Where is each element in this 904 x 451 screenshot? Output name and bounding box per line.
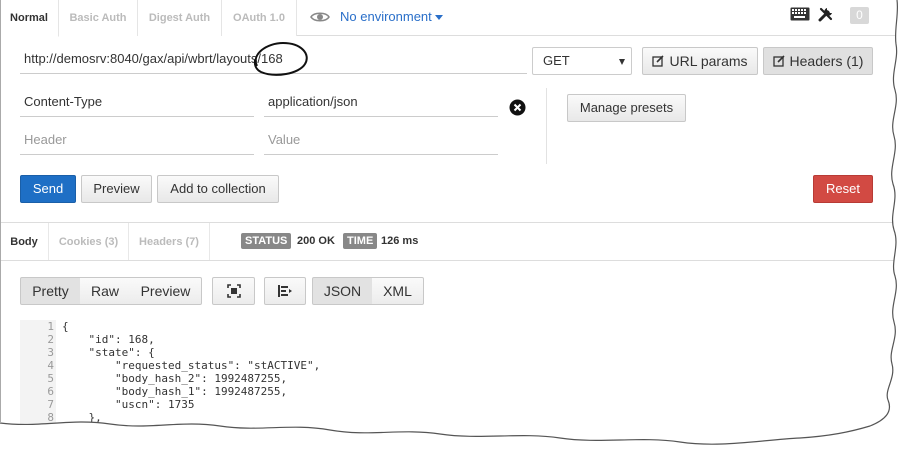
line-text: "uscn": 1735 [62,398,195,411]
send-button[interactable]: Send [20,175,76,203]
partial-link-text: " Context Services" [248,437,374,450]
edit-icon [652,55,665,67]
environment-selector[interactable]: No environment [340,9,443,24]
line-number: 7 [47,398,54,411]
line-number: 8 [47,411,54,424]
add-to-collection-button[interactable]: Add to collection [157,175,279,203]
fullscreen-icon [226,284,241,298]
format-json[interactable]: JSON [312,277,373,305]
environment-label: No environment [340,9,432,24]
method-select[interactable]: GET [532,47,632,75]
auth-tab-bar: Normal Basic Auth Digest Auth OAuth 1.0 … [0,0,898,37]
method-value: GET [543,53,570,68]
chevron-down-icon [434,15,443,21]
dropdown-arrow-icon [619,59,625,65]
view-mode-pretty[interactable]: Pretty [20,277,81,305]
tab-oauth[interactable]: OAuth 1.0 [222,0,297,36]
line-number: 3 [47,346,54,359]
tab-underline [0,260,898,261]
line-number: 4 [47,359,54,372]
keyboard-icon[interactable] [790,7,810,21]
divider [546,88,547,164]
wrap-lines-button[interactable] [264,277,306,305]
wrap-lines-icon [278,285,292,297]
tab-response-headers[interactable]: Headers (7) [129,223,210,261]
header-value-field[interactable]: application/json [264,89,498,117]
headers-label: Headers (1) [789,53,864,69]
tab-digest-auth[interactable]: Digest Auth [138,0,222,36]
tab-basic-auth[interactable]: Basic Auth [59,0,138,36]
new-header-key-field[interactable]: Header [20,127,254,155]
format-xml[interactable]: XML [372,277,424,305]
line-text: "body_hash_2": 1992487255, [62,372,288,385]
line-text: "requested_status": "stACTIVE", [62,359,321,372]
notification-count-badge[interactable]: 0 [850,7,869,24]
line-number: 6 [47,385,54,398]
tab-response-cookies[interactable]: Cookies (3) [49,223,129,261]
header-key-field[interactable]: Content-Type [20,89,254,117]
fullscreen-button[interactable] [212,277,255,305]
line-text: "body_hash_1": 1992487255, [62,385,288,398]
tab-response-body[interactable]: Body [0,223,49,261]
url-params-label: URL params [669,53,748,69]
line-text: { [62,320,69,333]
line-number: 2 [47,333,54,346]
line-number: 5 [47,372,54,385]
postman-window: Normal Basic Auth Digest Auth OAuth 1.0 … [0,0,898,451]
time-value: 126 ms [381,235,419,247]
line-text: "id": 168, [62,333,155,346]
reset-button[interactable]: Reset [813,175,873,203]
remove-header-icon[interactable] [509,99,526,116]
new-header-value-field[interactable]: Value [264,127,498,155]
manage-presets-button[interactable]: Manage presets [567,94,686,122]
view-mode-preview[interactable]: Preview [130,277,202,305]
wrench-icon[interactable] [818,6,834,22]
line-number: 1 [47,320,54,333]
line-text: }, [62,411,102,424]
line-text: "state": { [62,346,155,359]
time-label-badge: TIME [343,233,378,249]
headers-button[interactable]: Headers (1) [763,47,873,75]
status-value: 200 OK [297,235,335,247]
response-body-code[interactable]: 1 { 2 "id": 168, 3 "state": { 4 "requeste… [20,320,898,451]
edit-icon [772,55,785,67]
status-label-badge: STATUS [241,233,292,249]
eye-icon[interactable] [310,10,330,24]
tab-normal[interactable]: Normal [0,0,59,37]
preview-button[interactable]: Preview [81,175,152,203]
highlight-circle [253,41,308,76]
url-params-button[interactable]: URL params [642,47,758,75]
view-mode-raw[interactable]: Raw [80,277,131,305]
